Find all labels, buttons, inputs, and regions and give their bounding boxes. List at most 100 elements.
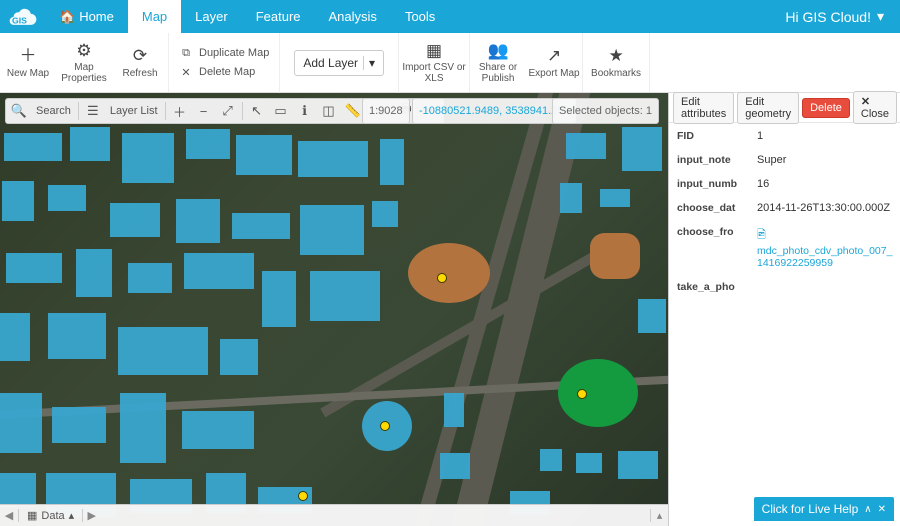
zoom-out-button[interactable]: − <box>193 100 215 122</box>
data-tab[interactable]: ▦Data▴ <box>18 509 82 522</box>
export-icon: ↗ <box>547 47 561 66</box>
refresh-button[interactable]: ⟳ Refresh <box>112 33 168 93</box>
close-icon: ✕ <box>878 504 886 515</box>
attribute-table: FID1input_noteSuperinput_numb16choose_da… <box>669 123 900 300</box>
attribute-key: input_note <box>671 149 749 171</box>
copy-icon: ⧉ <box>179 47 193 60</box>
selected-objects-counter[interactable]: Selected objects: 1 <box>552 98 659 124</box>
import-csv-label: Import CSV or XLS <box>399 62 469 84</box>
zoom-extent-button[interactable]: ⤢ <box>217 100 239 122</box>
attribute-row: choose_dat2014-11-26T13:30:00.000Z <box>671 197 899 219</box>
attribute-panel-actions: Edit attributes Edit geometry Delete ✕ C… <box>669 93 900 123</box>
export-map-button[interactable]: ↗ Export Map <box>526 33 582 93</box>
attribute-key: choose_fro <box>671 221 749 274</box>
star-icon: ★ <box>608 47 623 66</box>
share-publish-button[interactable]: 👥Share or Publish <box>470 33 526 93</box>
attribute-value: 🖻mdc_photo_cdv_photo_007_1416922259959 <box>751 221 899 274</box>
user-greeting: Hi GIS Cloud! <box>785 9 871 25</box>
svg-text:GIS: GIS <box>12 15 27 25</box>
new-map-button[interactable]: ＋ New Map <box>0 33 56 93</box>
import-csv-button[interactable]: ▦Import CSV or XLS <box>399 33 469 93</box>
map-canvas[interactable]: 🔍 Search ☰ Layer List ＋ − ⤢ ↖ ▭ ℹ ◫ 📏 ⊘ … <box>0 93 668 526</box>
attribute-value: 16 <box>751 173 899 195</box>
close-label: Close <box>861 108 889 120</box>
measure-tool[interactable]: 📏 <box>342 100 364 122</box>
map-operations: ⧉ Duplicate Map ✕ Delete Map <box>169 33 280 93</box>
plus-icon: ＋ <box>20 47 37 66</box>
nav-map[interactable]: Map <box>128 0 181 33</box>
chevron-down-icon: ▾ <box>363 56 375 70</box>
main-nav: 🏠Home Map Layer Feature Analysis Tools <box>45 0 449 33</box>
zoom-in-button[interactable]: ＋ <box>169 100 191 122</box>
pan-tool[interactable]: ↖ <box>246 100 268 122</box>
map-properties-button[interactable]: ⚙Map Properties <box>56 33 112 93</box>
attribute-row: input_noteSuper <box>671 149 899 171</box>
bookmarks-label: Bookmarks <box>591 68 641 79</box>
user-menu[interactable]: Hi GIS Cloud! ▾ <box>785 8 884 25</box>
attribute-row: choose_fro🖻mdc_photo_cdv_photo_007_14169… <box>671 221 899 274</box>
x-icon: ✕ <box>179 66 193 79</box>
app-topbar: GIS 🏠Home Map Layer Feature Analysis Too… <box>0 0 900 33</box>
nav-home-label: Home <box>79 9 114 24</box>
attachment-link[interactable]: mdc_photo_cdv_photo_007_1416922259959 <box>757 245 892 269</box>
edit-attributes-button[interactable]: Edit attributes <box>673 92 734 124</box>
delete-map-button[interactable]: ✕ Delete Map <box>179 66 269 79</box>
nav-tools[interactable]: Tools <box>391 0 449 33</box>
identify-tool[interactable]: ℹ <box>294 100 316 122</box>
search-label: Search <box>32 105 75 117</box>
map-properties-label: Map Properties <box>56 62 112 84</box>
gear-icon: ⚙ <box>76 42 91 61</box>
attribute-value: Super <box>751 149 899 171</box>
layerlist-label: Layer List <box>106 105 162 117</box>
scale-indicator[interactable]: 1:9028 <box>362 98 410 124</box>
new-map-label: New Map <box>7 68 49 79</box>
attribute-value <box>751 276 899 298</box>
attribute-row: FID1 <box>671 125 899 147</box>
search-button[interactable]: 🔍 <box>8 100 30 122</box>
add-layer-dropdown[interactable]: Add Layer ▾ <box>294 50 384 76</box>
duplicate-map-label: Duplicate Map <box>199 47 269 59</box>
refresh-label: Refresh <box>122 68 157 79</box>
bookmarks-button[interactable]: ★ Bookmarks <box>583 33 649 93</box>
delete-feature-button[interactable]: Delete <box>802 98 850 118</box>
table-icon: ▦ <box>27 509 37 522</box>
duplicate-map-button[interactable]: ⧉ Duplicate Map <box>179 47 269 60</box>
live-help-widget[interactable]: Click for Live Help ∧ ✕ <box>754 497 894 521</box>
app-logo[interactable]: GIS <box>0 0 45 33</box>
edit-geometry-button[interactable]: Edit geometry <box>737 92 799 124</box>
attribute-value: 1 <box>751 125 899 147</box>
attribute-row: take_a_pho <box>671 276 899 298</box>
live-help-label: Click for Live Help <box>762 502 859 516</box>
attribute-value: 2014-11-26T13:30:00.000Z <box>751 197 899 219</box>
attribute-key: choose_dat <box>671 197 749 219</box>
next-tab-button[interactable]: ▶ <box>82 509 100 522</box>
share-publish-label: Share or Publish <box>470 62 526 84</box>
nav-home[interactable]: 🏠Home <box>45 0 128 33</box>
table-icon: ▦ <box>426 42 442 61</box>
nav-analysis[interactable]: Analysis <box>315 0 391 33</box>
attribute-key: FID <box>671 125 749 147</box>
chevron-up-icon: ∧ <box>864 504 871 515</box>
layerlist-icon[interactable]: ☰ <box>82 100 104 122</box>
nav-feature[interactable]: Feature <box>242 0 315 33</box>
select-tool[interactable]: ▭ <box>270 100 292 122</box>
x-icon: ✕ <box>861 96 870 108</box>
export-map-label: Export Map <box>528 68 579 79</box>
map-bottom-bar: ◀ ▦Data▴ ▶ ▴ <box>0 504 668 526</box>
delete-map-label: Delete Map <box>199 66 255 78</box>
chevron-up-icon: ▴ <box>69 509 75 522</box>
main-area: 🔍 Search ☰ Layer List ＋ − ⤢ ↖ ▭ ℹ ◫ 📏 ⊘ … <box>0 93 900 526</box>
area-select-tool[interactable]: ◫ <box>318 100 340 122</box>
coordinate-value: -10880521.9489, 3538941.252 <box>419 105 569 117</box>
attribute-key: take_a_pho <box>671 276 749 298</box>
nav-layer[interactable]: Layer <box>181 0 242 33</box>
prev-tab-button[interactable]: ◀ <box>0 509 18 522</box>
users-icon: 👥 <box>487 42 508 61</box>
attribute-panel: Edit attributes Edit geometry Delete ✕ C… <box>668 93 900 526</box>
close-panel-button[interactable]: ✕ Close <box>853 91 897 124</box>
satellite-imagery <box>0 93 668 526</box>
expand-bottom-button[interactable]: ▴ <box>650 509 668 522</box>
refresh-icon: ⟳ <box>133 47 147 66</box>
attribute-row: input_numb16 <box>671 173 899 195</box>
ribbon-toolbar: ＋ New Map ⚙Map Properties ⟳ Refresh ⧉ Dupli… <box>0 33 900 93</box>
